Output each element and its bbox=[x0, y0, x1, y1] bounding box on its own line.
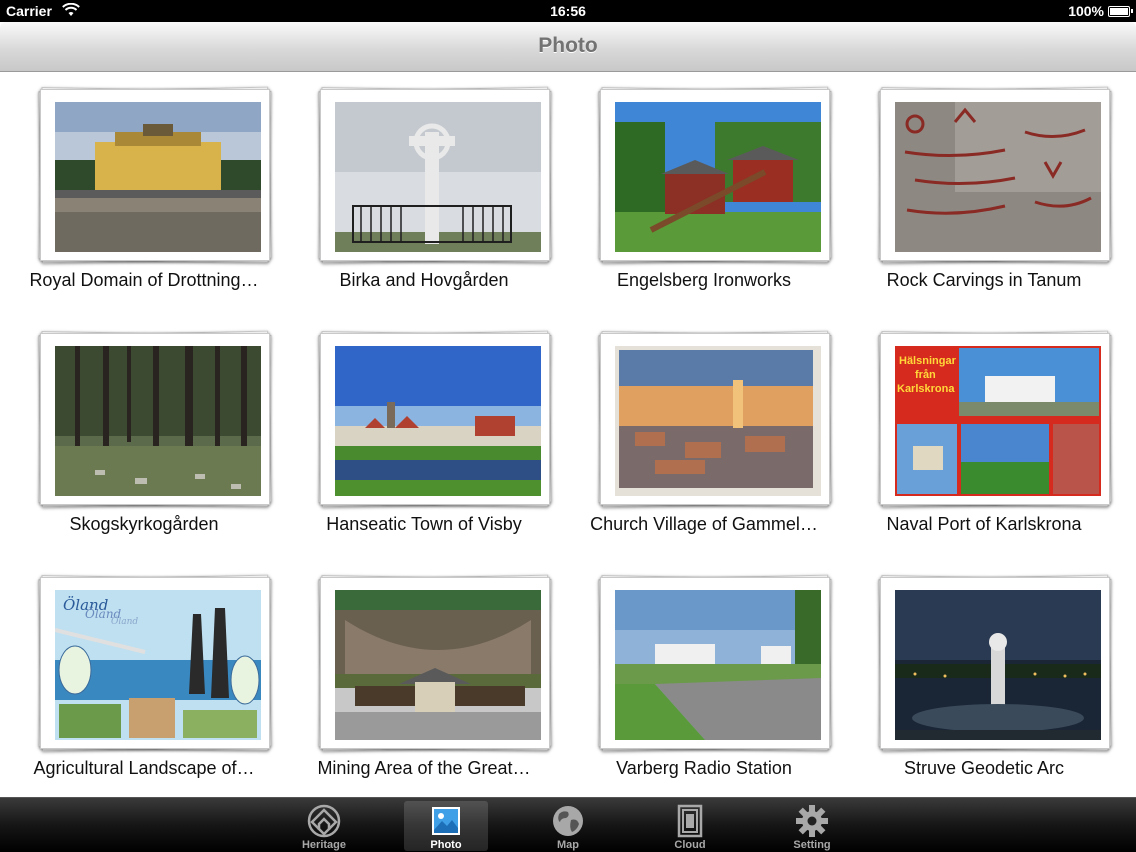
tab-label: Setting bbox=[793, 839, 831, 851]
photo-item-gammelstad[interactable]: Church Village of Gammel… bbox=[564, 317, 844, 561]
postcard-text: Hälsningar bbox=[899, 355, 957, 367]
tab-label: Cloud bbox=[674, 839, 706, 851]
photo-item-varberg[interactable]: Varberg Radio Station bbox=[564, 561, 844, 805]
photo-item-struve[interactable]: Struve Geodetic Arc bbox=[844, 561, 1124, 805]
photo-thumbnail[interactable]: Hälsningar från Karlskrona bbox=[895, 346, 1101, 496]
photo-item-karlskrona[interactable]: Hälsningar från Karlskrona Naval Port of… bbox=[844, 317, 1124, 561]
photo-stack[interactable] bbox=[598, 86, 832, 264]
photo-caption: Agricultural Landscape of… bbox=[33, 758, 255, 778]
photo-stack[interactable]: Hälsningar från Karlskrona bbox=[878, 330, 1112, 508]
battery-icon bbox=[1108, 6, 1133, 17]
photo-stack[interactable] bbox=[318, 330, 552, 508]
photo-thumbnail[interactable] bbox=[55, 102, 261, 252]
photo-stack[interactable]: Öland Öland Öland bbox=[38, 574, 272, 752]
photo-caption: Rock Carvings in Tanum bbox=[886, 270, 1082, 290]
postcard-text: Karlskrona bbox=[897, 383, 955, 395]
tab-cloud[interactable]: Cloud bbox=[648, 801, 732, 851]
photo-caption: Varberg Radio Station bbox=[616, 758, 792, 778]
globe-icon bbox=[553, 806, 583, 836]
page-title: Photo bbox=[538, 34, 598, 57]
heritage-icon bbox=[307, 804, 341, 838]
photo-item-engelsberg[interactable]: Engelsberg Ironworks bbox=[564, 73, 844, 317]
photo-caption: Birka and Hovgården bbox=[339, 270, 509, 290]
postcard-text: Öland bbox=[111, 615, 138, 627]
status-bar: Carrier 16:56 100% bbox=[0, 0, 1136, 22]
photo-thumbnail[interactable]: Öland Öland Öland bbox=[55, 590, 261, 740]
photo-item-visby[interactable]: Hanseatic Town of Visby bbox=[284, 317, 564, 561]
photo-item-skogskyrkogarden[interactable]: Skogskyrkogården bbox=[4, 317, 284, 561]
photo-thumbnail[interactable] bbox=[895, 102, 1101, 252]
tab-label: Map bbox=[557, 839, 579, 851]
photo-stack[interactable] bbox=[38, 86, 272, 264]
photo-caption: Struve Geodetic Arc bbox=[903, 758, 1065, 778]
tab-bar: Heritage Photo Map Cloud Setting bbox=[0, 797, 1136, 852]
photo-stack[interactable] bbox=[878, 574, 1112, 752]
photo-stack[interactable] bbox=[318, 86, 552, 264]
photo-item-oland[interactable]: Öland Öland Öland Agricultural Landscape… bbox=[4, 561, 284, 805]
clock: 16:56 bbox=[550, 3, 586, 19]
navigation-bar: Photo bbox=[0, 22, 1136, 72]
photo-caption: Hanseatic Town of Visby bbox=[326, 514, 522, 534]
photo-thumbnail[interactable] bbox=[615, 102, 821, 252]
photo-item-tanum[interactable]: Rock Carvings in Tanum bbox=[844, 73, 1124, 317]
tab-photo[interactable]: Photo bbox=[404, 801, 488, 851]
photo-item-drottningholm[interactable]: Royal Domain of Drottning… bbox=[4, 73, 284, 317]
photo-caption: Church Village of Gammel… bbox=[590, 514, 818, 534]
photo-caption: Naval Port of Karlskrona bbox=[886, 514, 1082, 534]
photo-caption: Mining Area of the Great… bbox=[317, 758, 531, 778]
cloud-icon bbox=[677, 804, 703, 838]
photo-thumbnail[interactable] bbox=[895, 590, 1101, 740]
photo-thumbnail[interactable] bbox=[335, 102, 541, 252]
photo-caption: Skogskyrkogården bbox=[69, 514, 219, 534]
photo-icon bbox=[432, 807, 460, 835]
tab-setting[interactable]: Setting bbox=[770, 801, 854, 851]
photo-item-falun[interactable]: Mining Area of the Great… bbox=[284, 561, 564, 805]
photo-thumbnail[interactable] bbox=[335, 590, 541, 740]
photo-item-birka[interactable]: Birka and Hovgården bbox=[284, 73, 564, 317]
photo-thumbnail[interactable] bbox=[55, 346, 261, 496]
photo-thumbnail[interactable] bbox=[615, 590, 821, 740]
postcard-text: från bbox=[915, 369, 936, 381]
photo-grid: Royal Domain of Drottning… Birka and Hov… bbox=[0, 73, 1136, 797]
photo-caption: Royal Domain of Drottning… bbox=[29, 270, 259, 290]
photo-thumbnail[interactable] bbox=[615, 346, 821, 496]
tab-heritage[interactable]: Heritage bbox=[282, 801, 366, 851]
photo-stack[interactable] bbox=[318, 574, 552, 752]
photo-stack[interactable] bbox=[598, 330, 832, 508]
tab-label: Heritage bbox=[301, 839, 347, 851]
gear-icon bbox=[796, 805, 828, 837]
photo-stack[interactable] bbox=[38, 330, 272, 508]
battery-percent: 100% bbox=[1068, 3, 1104, 19]
tab-label: Photo bbox=[430, 839, 462, 851]
photo-caption: Engelsberg Ironworks bbox=[616, 270, 792, 290]
photo-thumbnail[interactable] bbox=[335, 346, 541, 496]
photo-stack[interactable] bbox=[598, 574, 832, 752]
tab-map[interactable]: Map bbox=[526, 801, 610, 851]
photo-stack[interactable] bbox=[878, 86, 1112, 264]
